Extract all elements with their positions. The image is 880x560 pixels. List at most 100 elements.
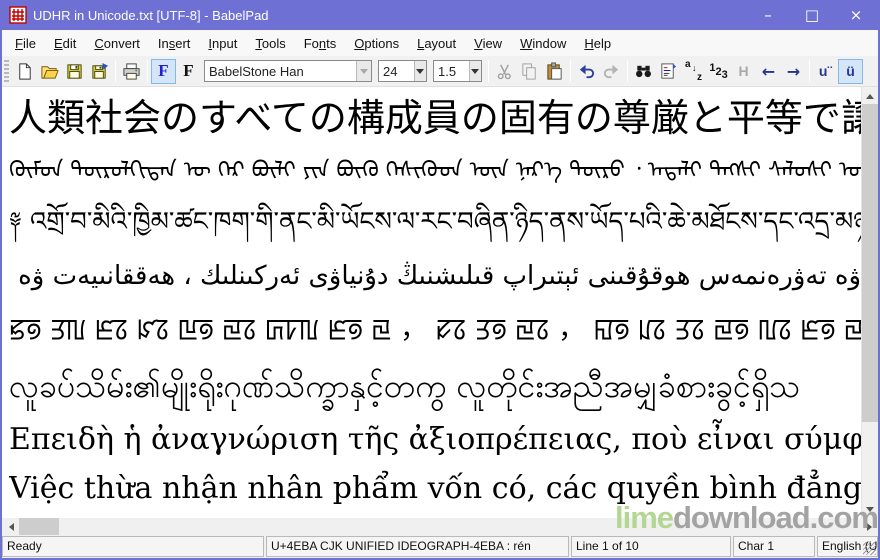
next-character-button[interactable]: → <box>781 59 806 84</box>
font-toggle-black-button[interactable]: F <box>176 59 201 84</box>
text-line-myanmar: လူခပ်သိမ်း၏မျိုးရိုးဂုဏ်သိက္ခာနှင့်တကွ လ… <box>9 357 861 415</box>
clipboard-paste-icon <box>545 62 564 81</box>
text-line-phagspa: ꡝꡟ ꡗꡃ ꡈꡞ ꡜꡞ ꡖꡟ ꡙꡞ ꡚꡠꡃ ꡈꡟ ꡙ ， ꡛꡞ ꡗꡟ ꡙꡞ ， … <box>9 305 861 357</box>
character-map-icon <box>659 62 678 81</box>
toolbar-separator <box>570 60 571 82</box>
left-arrow-icon: ← <box>762 62 775 81</box>
save-as-floppy-icon <box>90 62 109 81</box>
toolbar-separator <box>115 60 116 82</box>
toolbar-grip[interactable] <box>4 60 9 82</box>
status-line-info: Line 1 of 10 <box>571 536 731 557</box>
resize-grip[interactable] <box>863 542 876 555</box>
menu-fonts[interactable]: Fonts <box>295 32 346 55</box>
menu-tools[interactable]: Tools <box>246 32 294 55</box>
digits-convert-button[interactable]: 123 <box>706 59 731 84</box>
status-bar: Ready U+4EBA CJK UNIFIED IDEOGRAPH-4EBA … <box>2 535 878 558</box>
open-file-button[interactable] <box>37 59 62 84</box>
status-char-position: Char 1 <box>733 536 815 557</box>
status-ready: Ready <box>2 536 264 557</box>
menu-input[interactable]: Input <box>199 32 246 55</box>
previous-character-button[interactable]: ← <box>756 59 781 84</box>
horizontal-scrollbar[interactable] <box>2 518 878 535</box>
menu-window[interactable]: Window <box>511 32 575 55</box>
font-dropdown-arrow[interactable] <box>356 61 371 81</box>
menu-view[interactable]: View <box>465 32 511 55</box>
scissors-icon <box>495 62 514 81</box>
line-spacing-dropdown-arrow[interactable] <box>469 61 481 81</box>
undo-arrow-icon <box>577 62 596 81</box>
status-character-info: U+4EBA CJK UNIFIED IDEOGRAPH-4EBA : rén <box>266 536 569 557</box>
paste-button[interactable] <box>542 59 567 84</box>
menu-bar: File Edit Convert Insert Input Tools Fon… <box>2 30 878 56</box>
font-size-combobox <box>378 60 427 82</box>
close-button[interactable]: × <box>834 0 878 30</box>
highlight-button[interactable]: H <box>731 59 756 84</box>
text-line-uyghur: ۋە تەۋرەنمەس ھوقۇقىنى ئېتىراپ قىلىشنىڭ د… <box>9 251 861 305</box>
scroll-right-button[interactable] <box>861 518 878 535</box>
redo-arrow-icon <box>602 62 621 81</box>
font-size-dropdown-arrow[interactable] <box>414 61 426 81</box>
decompose-button[interactable]: u¨ <box>813 59 838 84</box>
font-toggle-blue-button[interactable]: F <box>151 59 176 84</box>
status-language: English (U <box>817 536 878 557</box>
window-title: UDHR in Unicode.txt [UTF-8] - BabelPad <box>33 8 746 23</box>
vertical-scrollbar[interactable] <box>861 87 878 518</box>
scroll-left-button[interactable] <box>2 518 19 535</box>
up-arrow-icon <box>866 90 874 99</box>
find-button[interactable] <box>631 59 656 84</box>
vertical-scrollbar-track[interactable] <box>862 422 878 501</box>
text-line-greek: Επειδὴ ἡ ἀναγνώριση τῆς ἀξιοπρέπειας, πο… <box>9 415 861 467</box>
menu-insert[interactable]: Insert <box>149 32 200 55</box>
menu-file[interactable]: File <box>6 32 45 55</box>
text-line-tibetan: ༈ འགྲོ་བ་མིའི་ཁྱིམ་ཚང་ཁག་གི་ནང་མི་ཡོངས་ལ… <box>9 195 861 251</box>
toolbar-separator <box>809 60 810 82</box>
horizontal-scrollbar-thumb[interactable] <box>19 518 59 535</box>
new-file-button[interactable] <box>12 59 37 84</box>
menu-convert[interactable]: Convert <box>85 32 149 55</box>
menu-edit[interactable]: Edit <box>45 32 85 55</box>
toolbar-separator <box>147 60 148 82</box>
character-map-button[interactable] <box>656 59 681 84</box>
new-file-icon <box>15 62 34 81</box>
scroll-up-button[interactable] <box>862 87 878 104</box>
save-as-button[interactable] <box>87 59 112 84</box>
binoculars-icon <box>634 62 653 81</box>
copy-button[interactable] <box>517 59 542 84</box>
title-bar[interactable]: UDHR in Unicode.txt [UTF-8] - BabelPad –… <box>2 0 878 30</box>
font-size-input[interactable] <box>379 61 414 81</box>
app-icon[interactable] <box>9 6 27 24</box>
maximize-button[interactable]: □ <box>790 0 834 30</box>
text-editor-area[interactable]: 人類社会のすべての構成員の固有の尊厳と平等で譲ることの ᠬᠦᠮᠦᠨ ᠲᠥᠷᠥᠯᠬ… <box>2 87 861 518</box>
compose-button[interactable]: ü <box>838 59 863 84</box>
minimize-button[interactable]: – <box>746 0 790 30</box>
menu-layout[interactable]: Layout <box>408 32 465 55</box>
cut-button[interactable] <box>492 59 517 84</box>
font-combobox <box>204 60 372 82</box>
line-spacing-combobox <box>433 60 482 82</box>
a-to-z-icon: a↓z <box>684 62 703 81</box>
down-arrow-icon <box>866 507 874 516</box>
menu-options[interactable]: Options <box>345 32 408 55</box>
text-line-japanese: 人類社会のすべての構成員の固有の尊厳と平等で譲ることの <box>9 90 861 148</box>
redo-button[interactable] <box>599 59 624 84</box>
right-arrow-icon: → <box>787 62 800 81</box>
toolbar: F F a↓z 123 H ← → u¨ ü <box>2 56 878 87</box>
left-scroll-arrow-icon <box>5 523 14 531</box>
copy-icon <box>520 62 539 81</box>
babelpad-window: UDHR in Unicode.txt [UTF-8] - BabelPad –… <box>0 0 880 560</box>
undo-button[interactable] <box>574 59 599 84</box>
save-floppy-icon <box>65 62 84 81</box>
one-two-three-icon: 123 <box>709 62 727 81</box>
menu-help[interactable]: Help <box>575 32 620 55</box>
print-button[interactable] <box>119 59 144 84</box>
scroll-down-button[interactable] <box>862 501 878 518</box>
printer-icon <box>122 62 141 81</box>
font-name-input[interactable] <box>205 61 356 81</box>
open-folder-icon <box>40 62 59 81</box>
line-spacing-input[interactable] <box>434 61 469 81</box>
text-line-mongolian: ᠬᠦᠮᠦᠨ ᠲᠥᠷᠥᠯᠬᠢᠲᠡᠨ ᠦ ᠭᠡᠷ ᠪᠦᠯᠢ ᠶᠢᠨ ᠪᠦᠬᠦ ᠭᠡᠰ… <box>9 148 861 195</box>
save-button[interactable] <box>62 59 87 84</box>
right-scroll-arrow-icon <box>867 523 876 531</box>
vertical-scrollbar-thumb[interactable] <box>862 104 878 422</box>
transliterate-button[interactable]: a↓z <box>681 59 706 84</box>
